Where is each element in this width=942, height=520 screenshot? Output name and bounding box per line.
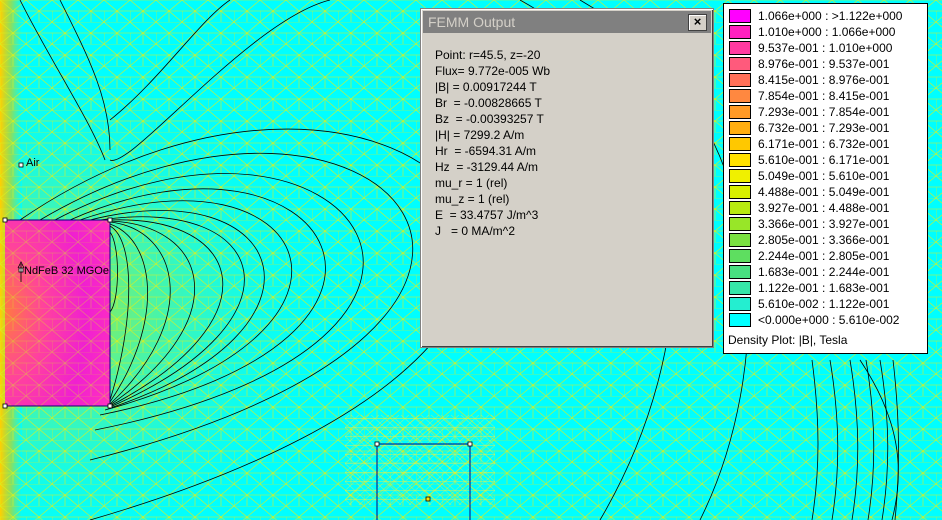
magnet-mesh (5, 220, 110, 406)
legend-range: 8.415e-001 : 8.976e-001 (758, 73, 890, 87)
legend-swatch (729, 265, 751, 279)
legend-range: 5.049e-001 : 5.610e-001 (758, 169, 890, 183)
output-line: |B| = 0.00917244 T (435, 80, 537, 94)
legend-range: 4.488e-001 : 5.049e-001 (758, 185, 890, 199)
legend-swatch (729, 201, 751, 215)
legend-swatch (729, 185, 751, 199)
legend-range: 9.537e-001 : 1.010e+000 (758, 41, 893, 55)
legend-swatch (729, 9, 751, 23)
output-line: Br = -0.00828665 T (435, 96, 542, 110)
legend-swatch (729, 153, 751, 167)
output-line: Hr = -6594.31 A/m (435, 144, 537, 158)
legend-range: 7.293e-001 : 7.854e-001 (758, 105, 890, 119)
legend-range: 1.066e+000 : >1.122e+000 (758, 9, 903, 23)
density-legend: 1.066e+000 : >1.122e+000 1.010e+000 : 1.0… (723, 3, 928, 354)
legend-range: 2.244e-001 : 2.805e-001 (758, 249, 890, 263)
legend-swatch (729, 249, 751, 263)
legend-range: 5.610e-001 : 6.171e-001 (758, 153, 890, 167)
legend-swatch (729, 41, 751, 55)
output-line: Bz = -0.00393257 T (435, 112, 544, 126)
legend-range: 1.010e+000 : 1.066e+000 (758, 25, 896, 39)
legend-range: 3.927e-001 : 4.488e-001 (758, 201, 890, 215)
legend-swatch (729, 297, 751, 311)
label-air[interactable]: Air (26, 157, 40, 169)
dialog-titlebar[interactable]: FEMM Output × (423, 11, 711, 33)
legend-range: 5.610e-002 : 1.122e-001 (758, 297, 890, 311)
legend-swatch (729, 281, 751, 295)
legend-range: <0.000e+000 : 5.610e-002 (758, 313, 900, 327)
legend-range: 1.122e-001 : 1.683e-001 (758, 281, 890, 295)
output-line: Point: r=45.5, z=-20 (435, 48, 541, 62)
output-line: E = 33.4757 J/m^3 (435, 208, 539, 222)
legend-range: 6.171e-001 : 6.732e-001 (758, 137, 890, 151)
legend-swatch (729, 169, 751, 183)
legend-swatch (729, 121, 751, 135)
output-line: Hz = -3129.44 A/m (435, 160, 539, 174)
output-line: |H| = 7299.2 A/m (435, 128, 525, 142)
legend-range: 2.805e-001 : 3.366e-001 (758, 233, 890, 247)
legend-swatch (729, 137, 751, 151)
mesh-refined (345, 415, 495, 505)
legend-swatch (729, 57, 751, 71)
legend-range: 7.854e-001 : 8.415e-001 (758, 89, 890, 103)
legend-swatch (729, 25, 751, 39)
legend-swatch (729, 105, 751, 119)
dialog-title: FEMM Output (428, 14, 516, 30)
legend-swatch (729, 217, 751, 231)
legend-range: 8.976e-001 : 9.537e-001 (758, 57, 890, 71)
output-line: mu_r = 1 (rel) (435, 176, 508, 190)
output-line: Flux= 9.772e-005 Wb (435, 64, 551, 78)
femm-output-dialog[interactable]: FEMM Output × Point: r=45.5, z=-20 Flux=… (420, 8, 714, 348)
legend-range: 1.683e-001 : 2.244e-001 (758, 265, 890, 279)
output-line: mu_z = 1 (rel) (435, 192, 510, 206)
legend-caption: Density Plot: |B|, Tesla (728, 333, 848, 347)
legend-swatch (729, 233, 751, 247)
legend-swatch (729, 89, 751, 103)
output-line: J = 0 MA/m^2 (435, 224, 515, 238)
legend-swatch (729, 313, 751, 327)
legend-swatch (729, 73, 751, 87)
legend-range: 6.732e-001 : 7.293e-001 (758, 121, 890, 135)
close-button[interactable]: × (688, 14, 707, 31)
legend-range: 3.366e-001 : 3.927e-001 (758, 217, 890, 231)
point-values-output: Point: r=45.5, z=-20 Flux= 9.772e-005 Wb… (435, 47, 707, 239)
label-material[interactable]: NdFeB 32 MGOe (24, 265, 109, 277)
